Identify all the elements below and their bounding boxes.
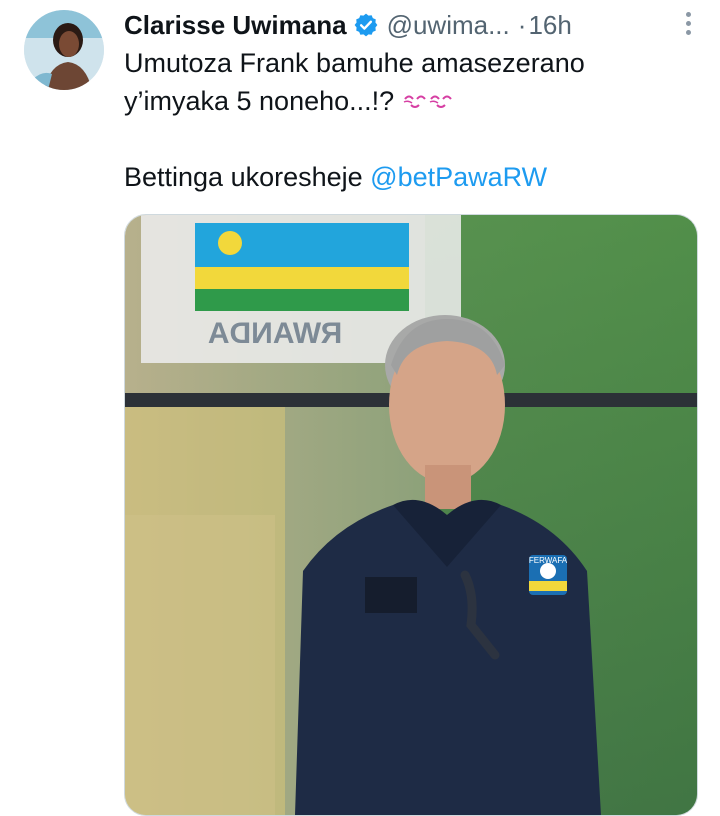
author-name[interactable]: Clarisse Uwimana <box>124 10 347 41</box>
tweet-line-3-text: Bettinga ukoresheje <box>124 162 371 192</box>
avatar-photo <box>24 10 104 90</box>
coach-photo: RWANDA FERWAFA <box>125 215 697 815</box>
more-options-icon[interactable] <box>678 8 698 38</box>
tweet-media-photo[interactable]: RWANDA FERWAFA <box>124 214 698 816</box>
tweet-line-2: y’imyaka 5 noneho...!? <box>124 82 704 120</box>
mention-link[interactable]: @betPawaRW <box>370 162 547 192</box>
tweet-timestamp[interactable]: 16h <box>528 10 571 41</box>
kissing-face-icon <box>428 84 454 108</box>
tweet-header: Clarisse Uwimana @uwima... · 16h <box>124 8 700 42</box>
tweet-line-1: Umutoza Frank bamuhe amasezerano <box>124 48 585 78</box>
verified-badge-icon <box>353 12 379 38</box>
tweet-line-3: Bettinga ukoresheje @betPawaRW <box>124 158 704 196</box>
stadium-sign-text: RWANDA <box>208 317 342 350</box>
kissing-face-icon <box>402 84 428 108</box>
jersey-badge-text: FERWAFA <box>529 556 568 565</box>
tweet-text: Umutoza Frank bamuhe amasezerano y’imyak… <box>124 44 704 196</box>
author-handle[interactable]: @uwima... <box>387 10 510 41</box>
avatar[interactable] <box>24 10 104 90</box>
separator-dot: · <box>517 9 527 40</box>
tweet-line-2-text: y’imyaka 5 noneho...!? <box>124 86 395 116</box>
